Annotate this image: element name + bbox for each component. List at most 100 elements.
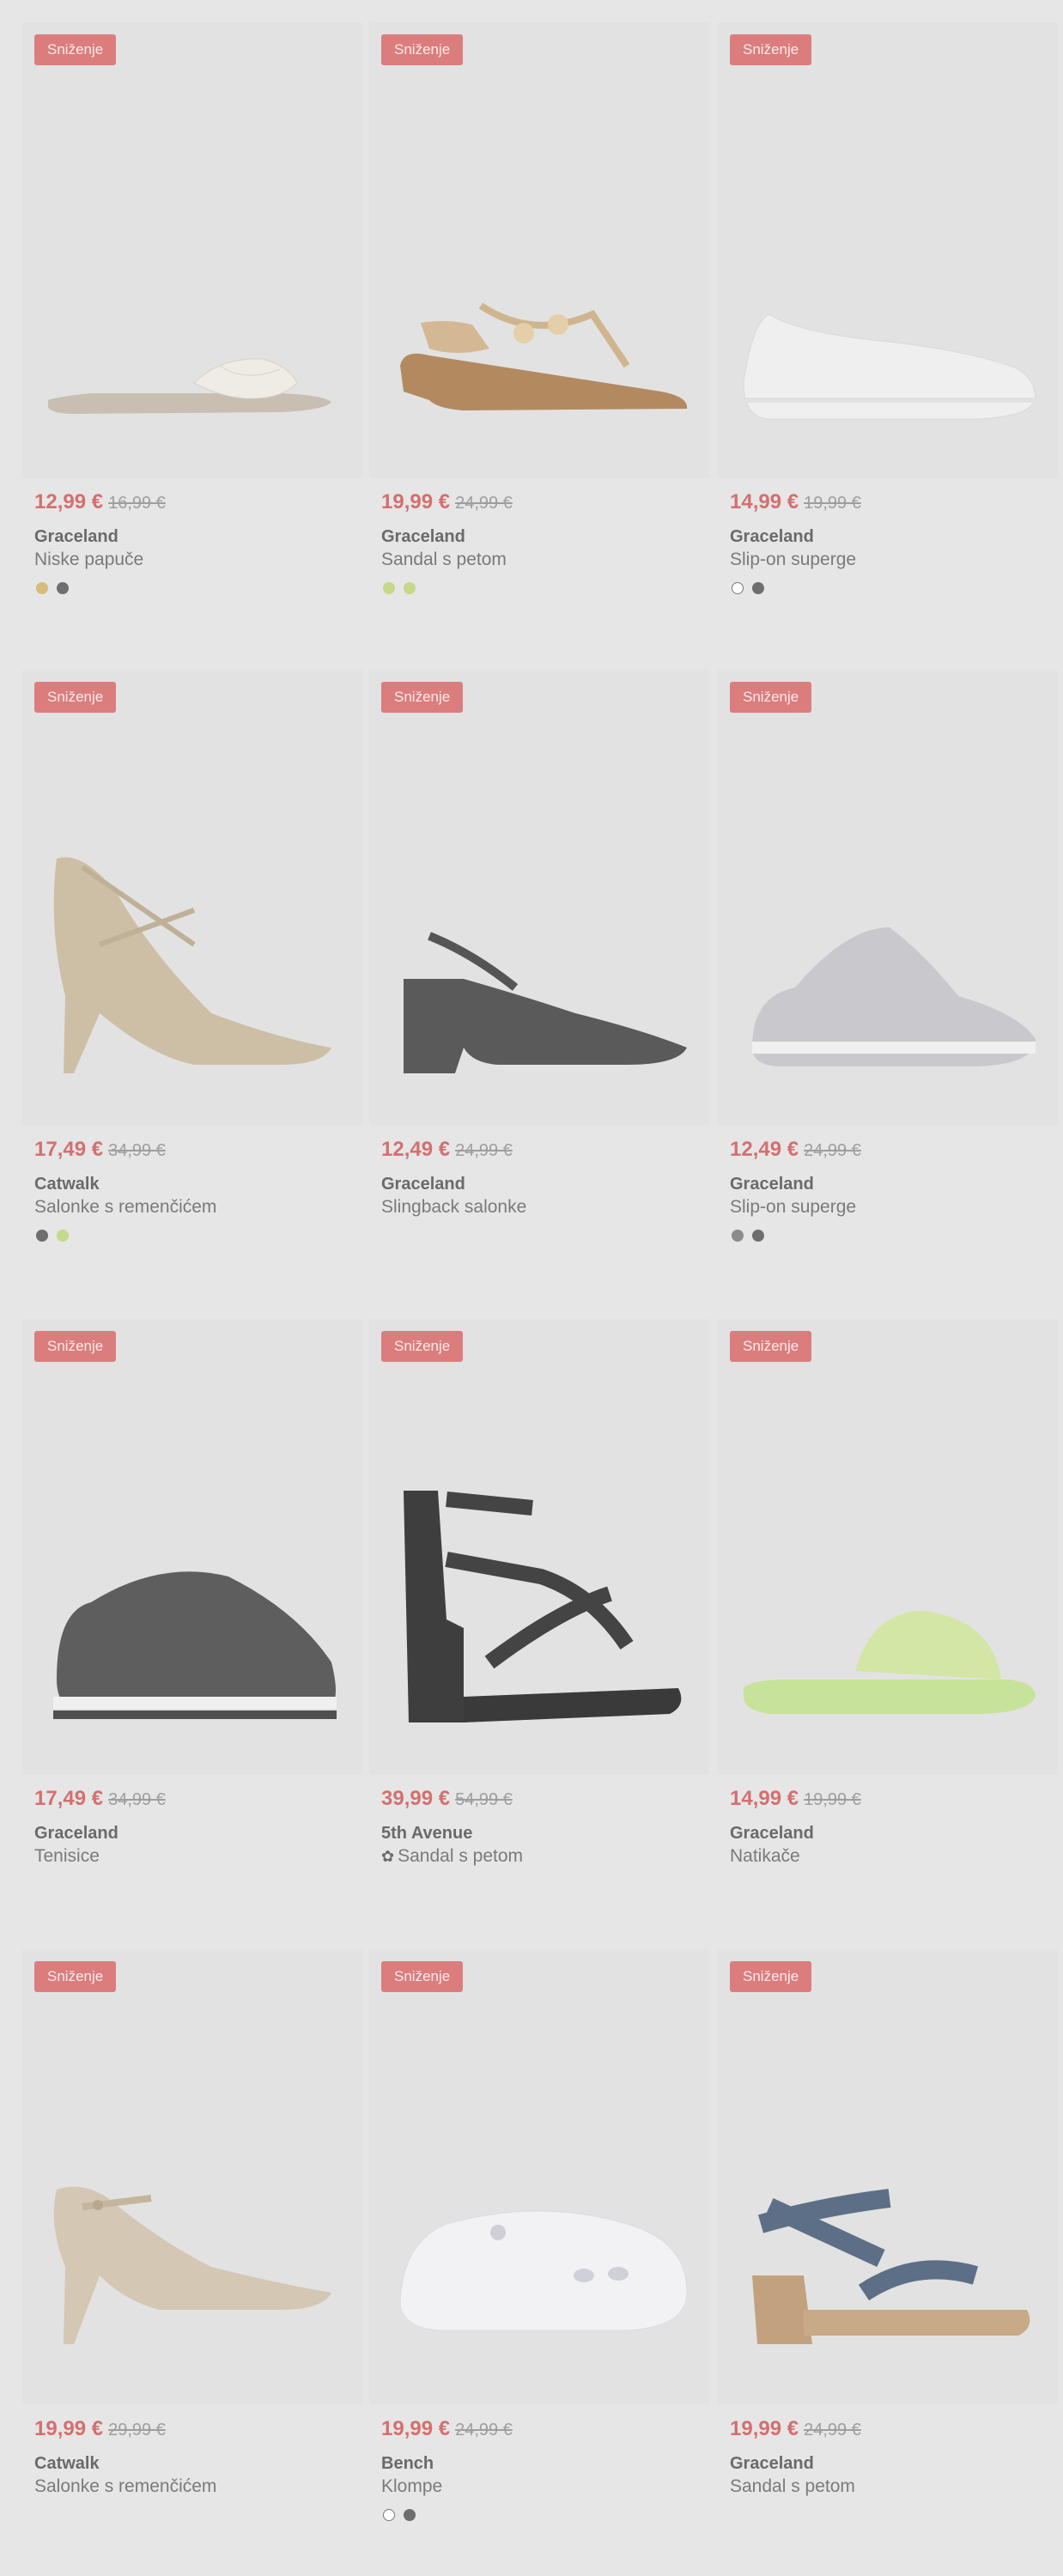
price-row: 19,99 €24,99 €: [381, 490, 513, 515]
flat-slide-icon: [48, 358, 331, 414]
sale-badge: Sniženje: [730, 682, 812, 713]
product-image[interactable]: Sniženje: [718, 1319, 1058, 1774]
lime-slide-icon: [744, 1611, 1036, 1714]
product-image[interactable]: Sniženje: [369, 1319, 709, 1774]
sale-badge: Sniženje: [381, 34, 464, 65]
brand-name: Graceland: [730, 1175, 814, 1194]
price-row: 17,49 €34,99 €: [34, 1787, 166, 1812]
original-price: 19,99 €: [804, 494, 861, 513]
product-card[interactable]: Sniženje 39,99 €54,99 € 5th Avenue ✿ Sand…: [369, 1319, 709, 1903]
color-swatches: [732, 582, 773, 596]
product-image[interactable]: Sniženje: [22, 22, 362, 477]
product-name[interactable]: ✿ Sandal s petom: [381, 1846, 523, 1867]
color-swatch-gray[interactable]: [752, 1230, 764, 1242]
product-image[interactable]: Sniženje: [718, 22, 1058, 477]
color-swatches: [383, 582, 424, 596]
product-card[interactable]: Sniženje 19,99 €24,99 € Graceland Sandal…: [369, 22, 709, 623]
product-name[interactable]: Slip-on superge: [730, 1197, 856, 1218]
price-row: 19,99 €24,99 €: [381, 2417, 513, 2442]
product-image[interactable]: Sniženje: [22, 1949, 362, 2404]
product-image[interactable]: Sniženje: [22, 670, 362, 1125]
product-card[interactable]: Sniženje 14,99 € 19,99 € Graceland Natika…: [718, 1319, 1058, 1903]
color-swatch-white[interactable]: [383, 2509, 395, 2521]
product-name[interactable]: Klompe: [381, 2476, 442, 2497]
sale-price: 17,49 €: [34, 1138, 104, 1161]
color-swatch-gold[interactable]: [36, 582, 48, 594]
brand-name: Graceland: [730, 2454, 814, 2473]
product-card[interactable]: Sniženje 19,99 €29,99 € Catwalk Salonke …: [22, 1949, 362, 2550]
white-sneaker-icon: [743, 313, 1036, 420]
price-row: 14,99 € 19,99 €: [730, 1787, 861, 1812]
original-price: 29,99 €: [108, 2421, 166, 2439]
product-name[interactable]: Natikače: [730, 1846, 800, 1867]
product-name[interactable]: Tenisice: [34, 1846, 100, 1867]
product-image[interactable]: Sniženje: [369, 670, 709, 1125]
color-swatch-lime[interactable]: [404, 582, 416, 594]
product-name[interactable]: Niske papuče: [34, 550, 143, 570]
product-card[interactable]: Sniženje 17,49 €34,99 € Graceland Tenisi…: [22, 1319, 362, 1903]
product-image[interactable]: Sniženje: [369, 22, 709, 477]
sale-price: 19,99 €: [381, 2417, 451, 2440]
sale-price: 17,49 €: [34, 1787, 104, 1810]
product-card[interactable]: Sniženje 17,49 €34,99 € Catwalk Salonke …: [22, 670, 362, 1271]
sale-badge: Sniženje: [34, 34, 117, 65]
price-row: 17,49 €34,99 €: [34, 1138, 166, 1163]
color-swatch-white[interactable]: [732, 582, 744, 594]
product-card[interactable]: Sniženje 12,49 € 24,99 € Graceland Slip-o…: [718, 670, 1058, 1271]
brand-name: Bench: [381, 2454, 434, 2473]
original-price: 24,99 €: [455, 1141, 513, 1160]
brand-name: Graceland: [34, 527, 118, 546]
color-swatch-lime[interactable]: [57, 1230, 69, 1242]
slingback-heel-icon: [404, 932, 687, 1073]
brand-name: Graceland: [730, 527, 814, 546]
product-name[interactable]: Slingback salonke: [381, 1197, 526, 1218]
color-swatch-gray[interactable]: [404, 2509, 416, 2521]
white-clog-icon: [399, 2210, 688, 2331]
product-name[interactable]: Salonke s remenčićem: [34, 1197, 216, 1218]
product-grid: Sniženje 12,99 €16,99 € Graceland Niske …: [0, 0, 1063, 2576]
color-swatch-lime[interactable]: [383, 582, 395, 594]
blue-block-sandal-icon: [752, 2189, 1030, 2344]
product-image[interactable]: Sniženje: [718, 1949, 1058, 2404]
color-swatch-gray[interactable]: [57, 582, 69, 594]
original-price: 24,99 €: [455, 494, 513, 513]
brand-name: Graceland: [730, 1824, 814, 1843]
original-price: 34,99 €: [108, 1790, 166, 1809]
product-card[interactable]: Sniženje 12,49 €24,99 € Graceland Slingb…: [369, 670, 709, 1271]
product-card[interactable]: Sniženje 19,99 €24,99 € Graceland Sandal…: [718, 1949, 1058, 2550]
price-row: 12,49 € 24,99 €: [730, 1138, 861, 1163]
strappy-block-sandal-icon: [404, 1491, 682, 1722]
product-name[interactable]: Slip-on superge: [730, 550, 856, 570]
color-swatch-gray[interactable]: [752, 582, 764, 594]
sale-price: 12,49 €: [381, 1138, 451, 1161]
color-swatches: [36, 1230, 77, 1243]
original-price: 19,99 €: [804, 1790, 861, 1809]
sale-price: 39,99 €: [381, 1787, 451, 1810]
sale-badge: Sniženje: [34, 1961, 117, 1992]
original-price: 24,99 €: [455, 2421, 513, 2439]
brand-name: Catwalk: [34, 2454, 100, 2473]
sale-price: 12,49 €: [730, 1138, 799, 1161]
brand-name: 5th Avenue: [381, 1824, 473, 1843]
color-swatches: [383, 2509, 424, 2523]
product-card[interactable]: Sniženje 19,99 €24,99 € Bench Klompe: [369, 1949, 709, 2550]
sale-badge: Sniženje: [381, 1331, 464, 1362]
product-image[interactable]: Sniženje: [718, 670, 1058, 1125]
price-row: 39,99 €54,99 €: [381, 1787, 513, 1812]
product-image[interactable]: Sniženje: [22, 1319, 362, 1774]
product-card[interactable]: Sniženje 12,99 €16,99 € Graceland Niske …: [22, 22, 362, 623]
product-name[interactable]: Sandal s petom: [730, 2476, 855, 2497]
price-row: 19,99 €24,99 €: [730, 2417, 861, 2442]
beige-heel-icon: [53, 2186, 332, 2344]
glitter-heel-icon: [53, 857, 332, 1073]
color-swatches: [732, 1230, 773, 1243]
product-name[interactable]: Salonke s remenčićem: [34, 2476, 216, 2497]
product-image[interactable]: Sniženje: [369, 1949, 709, 2404]
product-name[interactable]: Sandal s petom: [381, 550, 507, 570]
product-card[interactable]: Sniženje 14,99 € 19,99 € Graceland Slip-o…: [718, 22, 1058, 623]
brand-name: Graceland: [34, 1824, 118, 1843]
price-row: 14,99 € 19,99 €: [730, 490, 861, 515]
color-swatch-silver[interactable]: [732, 1230, 744, 1242]
color-swatch-gray[interactable]: [36, 1230, 48, 1242]
original-price: 16,99 €: [108, 494, 166, 513]
